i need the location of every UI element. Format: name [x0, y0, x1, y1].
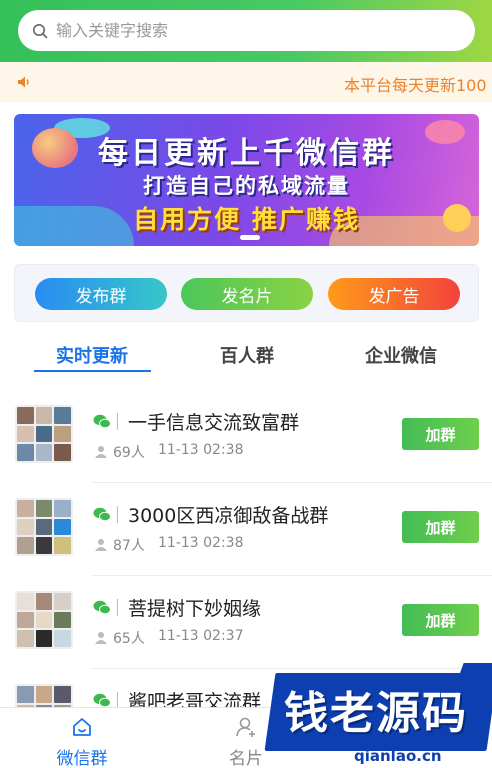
member-count: 65人: [113, 631, 145, 647]
watermark-text: 钱老源码: [284, 688, 468, 739]
nav-item-wechat-group[interactable]: 微信群: [27, 708, 137, 768]
search-input[interactable]: [56, 21, 456, 40]
wechat-icon: [93, 414, 111, 429]
home-icon: [73, 718, 91, 736]
member-icon: [95, 632, 107, 644]
separator: [117, 413, 118, 430]
user-add-icon: [236, 717, 255, 737]
group-avatar: [15, 498, 73, 556]
tab-bar: 实时更新 百人群 企业微信: [0, 338, 492, 378]
tab-enterprise[interactable]: 企业微信: [326, 342, 476, 368]
list-item[interactable]: 一手信息交流致富群 69人 11-13 02:38 加群: [0, 390, 492, 483]
banner-headline: 每日更新上千微信群: [98, 136, 395, 171]
promo-banner[interactable]: 每日更新上千微信群 打造自己的私域流量 自用方便 推广赚钱: [14, 114, 479, 246]
group-avatar: [15, 591, 73, 649]
header: [0, 0, 492, 62]
nav-label: 微信群: [56, 749, 108, 768]
tab-realtime[interactable]: 实时更新: [17, 342, 167, 368]
carousel-indicator[interactable]: [240, 235, 260, 240]
speaker-icon: [18, 76, 29, 88]
member-count: 69人: [113, 445, 145, 461]
update-time: 11-13 02:38: [158, 535, 244, 551]
watermark-logo: 钱老源码 qianlao.cn: [264, 663, 492, 768]
notice-text: 本平台每天更新100: [344, 76, 487, 95]
banner-tagline: 自用方便 推广赚钱: [133, 205, 360, 234]
group-name: 一手信息交流致富群: [128, 412, 300, 434]
group-name: 3000区西凉御敌备战群: [128, 505, 329, 527]
group-avatar: [15, 405, 73, 463]
wechat-icon: [93, 693, 111, 708]
member-icon: [95, 446, 107, 458]
wechat-icon: [93, 507, 111, 522]
member-count: 87人: [113, 538, 145, 554]
wechat-icon: [93, 600, 111, 615]
banner-subheadline: 打造自己的私域流量: [143, 174, 350, 198]
update-time: 11-13 02:37: [158, 628, 244, 644]
action-panel: 发布群 发名片 发广告: [14, 264, 479, 322]
update-time: 11-13 02:38: [158, 442, 244, 458]
tab-active-indicator: [34, 370, 151, 372]
publish-group-button[interactable]: 发布群: [35, 278, 167, 310]
search-icon: [33, 23, 48, 38]
group-name: 菩提树下妙姻缘: [128, 598, 262, 620]
join-group-button[interactable]: 加群: [402, 604, 479, 636]
member-icon: [95, 539, 107, 551]
separator: [117, 599, 118, 616]
join-group-button[interactable]: 加群: [402, 511, 479, 543]
separator: [117, 506, 118, 523]
publish-ad-button[interactable]: 发广告: [328, 278, 460, 310]
publish-card-button[interactable]: 发名片: [181, 278, 313, 310]
tab-hundred[interactable]: 百人群: [172, 342, 322, 368]
watermark-url: qianlao.cn: [354, 747, 442, 765]
notice-bar: 本平台每天更新100: [0, 62, 492, 102]
page: 本平台每天更新100 每日更新上千微信群 打造自己的私域流量 自用方便 推广赚钱…: [0, 0, 492, 768]
join-group-button[interactable]: 加群: [402, 418, 479, 450]
search-bar[interactable]: [18, 10, 475, 51]
list-item[interactable]: 3000区西凉御敌备战群 87人 11-13 02:38 加群: [0, 483, 492, 576]
list-item[interactable]: 菩提树下妙姻缘 65人 11-13 02:37 加群: [0, 576, 492, 669]
